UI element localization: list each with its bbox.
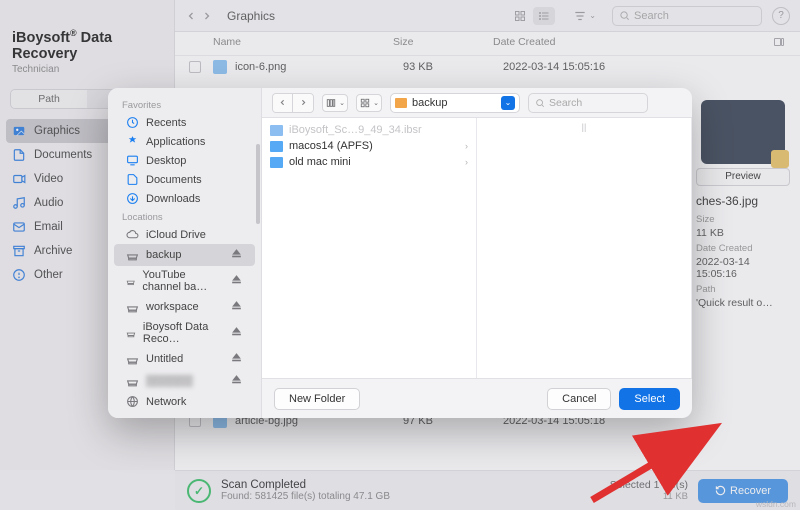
chevron-right-icon: › [465,141,468,151]
folder-icon [270,141,283,152]
dialog-sidebar: Favorites RecentsApplicationsDesktopDocu… [108,88,262,418]
sidebar-item-recents[interactable]: Recents [114,113,255,132]
dialog-back-icon[interactable] [273,94,293,112]
sidebar-location-untitled[interactable]: Untitled [114,348,255,370]
eject-icon[interactable] [230,373,243,389]
eject-icon[interactable] [230,325,243,341]
eject-icon[interactable] [230,273,243,289]
sidebar-location-youtube-channel-ba-[interactable]: YouTube channel ba… [114,266,255,296]
sidebar-location-network[interactable]: Network [114,392,255,411]
location-dropdown[interactable]: backup ⌄ [390,93,520,113]
sidebar-item-desktop[interactable]: Desktop [114,151,255,170]
sidebar-location--[interactable]: ▒▒▒▒▒▒ [114,370,255,392]
dialog-search[interactable]: Search [528,93,648,113]
watermark: wsldn.com [756,499,796,509]
column-view-icon[interactable]: ⌄ [322,94,348,112]
dropdown-chevron-icon[interactable]: ⌄ [501,96,515,110]
current-folder: backup [412,97,447,109]
sidebar-location-icloud-drive[interactable]: iCloud Drive [114,225,255,244]
column-item[interactable]: iBoysoft_Sc…9_49_34.ibsr [262,122,476,138]
favorites-header: Favorites [110,96,259,113]
eject-icon[interactable] [230,247,243,263]
dialog-toolbar: ⌄ ⌄ backup ⌄ Search [262,88,692,118]
sidebar-scrollbar[interactable] [256,144,260,224]
dialog-footer: New Folder Cancel Select [262,378,692,418]
sidebar-item-downloads[interactable]: Downloads [114,189,255,208]
folder-icon [395,98,407,108]
locations-header: Locations [110,208,259,225]
sidebar-item-applications[interactable]: Applications [114,132,255,151]
select-button[interactable]: Select [619,388,680,410]
sidebar-item-documents[interactable]: Documents [114,170,255,189]
dialog-forward-icon[interactable] [293,94,313,112]
sidebar-location-backup[interactable]: backup [114,244,255,266]
eject-icon[interactable] [230,299,243,315]
sidebar-location-workspace[interactable]: workspace [114,296,255,318]
column-browser[interactable]: iBoysoft_Sc…9_49_34.ibsrmacos14 (APFS)›o… [262,118,692,378]
sidebar-location-iboysoft-data-reco-[interactable]: iBoysoft Data Reco… [114,318,255,348]
column-resize-handle[interactable]: || [477,122,691,132]
folder-icon [270,125,283,136]
cancel-button[interactable]: Cancel [547,388,611,410]
dialog-nav[interactable] [272,93,314,113]
save-location-dialog: Favorites RecentsApplicationsDesktopDocu… [108,88,692,418]
column-item[interactable]: old mac mini› [262,154,476,170]
column-item[interactable]: macos14 (APFS)› [262,138,476,154]
new-folder-button[interactable]: New Folder [274,388,360,410]
chevron-right-icon: › [465,157,468,167]
eject-icon[interactable] [230,351,243,367]
group-view-icon[interactable]: ⌄ [356,94,382,112]
folder-icon [270,157,283,168]
